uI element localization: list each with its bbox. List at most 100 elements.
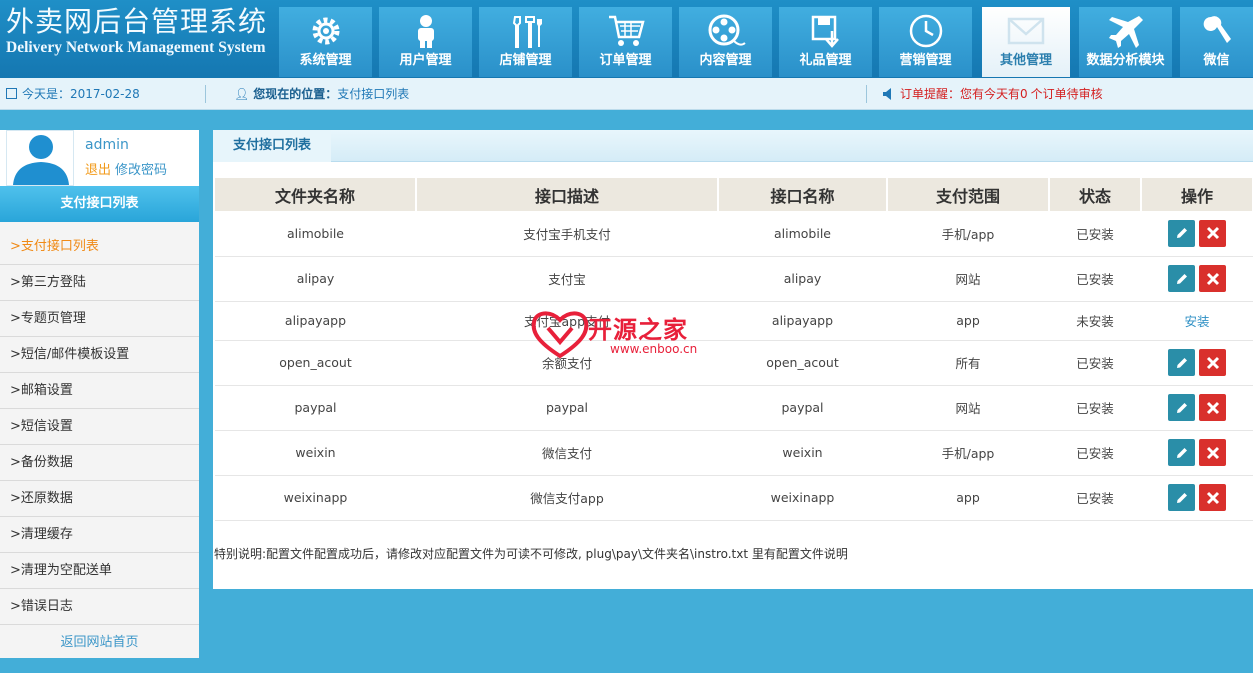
sidebar-item-restore-data[interactable]: >还原数据 — [0, 481, 199, 517]
user-links: 退出 修改密码 — [85, 159, 167, 178]
cell-description: 微信支付app — [416, 475, 718, 521]
nav-label: 营销管理 — [899, 53, 952, 68]
edit-button[interactable] — [1168, 484, 1195, 511]
sidebar-item-sms-email-templates[interactable]: >短信/邮件模板设置 — [0, 337, 199, 373]
delete-button[interactable] — [1199, 394, 1226, 421]
cell-name: open_acout — [718, 340, 887, 386]
pencil-icon — [1176, 492, 1187, 503]
cell-status: 已安装 — [1049, 256, 1141, 302]
col-header-folder: 文件夹名称 — [215, 178, 417, 211]
pencil-icon — [1176, 228, 1187, 239]
date-display: 今天是：2017-02-28 — [6, 78, 140, 110]
sidebar-item-third-party-login[interactable]: >第三方登陆 — [0, 265, 199, 301]
clock-icon — [909, 14, 942, 48]
delete-button[interactable] — [1199, 349, 1226, 376]
close-icon — [1206, 446, 1219, 459]
cell-name: alimobile — [718, 211, 887, 257]
cell-folder: weixinapp — [215, 475, 416, 521]
order-count[interactable]: 0 — [1020, 87, 1028, 101]
nav-analytics[interactable]: 数据分析模块 — [1079, 7, 1172, 77]
col-header-actions: 操作 — [1141, 178, 1253, 211]
nav-label: 数据分析模块 — [1086, 53, 1165, 68]
sidebar: admin 退出 修改密码 支付接口列表 >支付接口列表 >第三方登陆 >专题页管… — [0, 130, 199, 658]
username: admin — [85, 137, 129, 153]
edit-button[interactable] — [1168, 265, 1195, 292]
cell-description: 微信支付 — [416, 430, 718, 476]
sidebar-item-payment-list[interactable]: >支付接口列表 — [0, 229, 199, 265]
tools-icon — [512, 16, 542, 48]
table-header-row: 文件夹名称 接口描述 接口名称 支付范围 状态 操作 — [215, 178, 1253, 211]
edit-button[interactable] — [1168, 394, 1195, 421]
sidebar-item-sms-settings[interactable]: >短信设置 — [0, 409, 199, 445]
sidebar-item-error-log[interactable]: >错误日志 — [0, 589, 199, 625]
nav-shops[interactable]: 店铺管理 — [479, 7, 572, 77]
calendar-icon — [6, 88, 17, 99]
close-icon — [1206, 356, 1219, 369]
save-box-icon — [811, 15, 839, 48]
nav-other[interactable]: 其他管理 — [982, 7, 1070, 77]
change-password-link[interactable]: 修改密码 — [115, 163, 167, 178]
nav-system[interactable]: 系统管理 — [279, 7, 372, 77]
pencil-icon — [1176, 273, 1187, 284]
logout-link[interactable]: 退出 — [85, 163, 111, 178]
payment-table: 文件夹名称 接口描述 接口名称 支付范围 状态 操作 alimobile 支付宝… — [215, 178, 1253, 521]
order-alert: 订单提醒：您有今天有0 个订单待审核 — [883, 78, 1103, 110]
cell-name: weixinapp — [718, 475, 887, 521]
table-row: paypal paypal paypal 网站 已安装 — [215, 385, 1253, 431]
sidebar-title: 支付接口列表 — [0, 186, 199, 222]
sidebar-item-clear-cache[interactable]: >清理缓存 — [0, 517, 199, 553]
date-value: 2017-02-28 — [70, 87, 140, 101]
cell-description: 余额支付 — [416, 340, 718, 386]
nav-content[interactable]: 内容管理 — [679, 7, 772, 77]
cell-folder: alipayapp — [215, 301, 416, 341]
cell-scope: 所有 — [887, 340, 1049, 386]
edit-button[interactable] — [1168, 349, 1195, 376]
nav-wechat[interactable]: 微信 — [1180, 7, 1253, 77]
order-label: 订单提醒： — [900, 87, 961, 101]
edit-button[interactable] — [1168, 439, 1195, 466]
back-home-link[interactable]: 返回网站首页 — [0, 625, 199, 661]
cart-icon — [608, 15, 645, 46]
nav-marketing[interactable]: 营销管理 — [879, 7, 972, 77]
app-logo: 外卖网后台管理系统 Delivery Network Management Sy… — [6, 4, 274, 56]
envelope-icon — [1007, 17, 1045, 45]
divider — [205, 85, 206, 103]
sidebar-item-email-settings[interactable]: >邮箱设置 — [0, 373, 199, 409]
sidebar-item-clear-empty-deliveries[interactable]: >清理为空配送单 — [0, 553, 199, 589]
avatar — [6, 130, 74, 186]
cell-scope: 网站 — [887, 385, 1049, 431]
delete-button[interactable] — [1199, 219, 1226, 247]
delete-button[interactable] — [1199, 439, 1226, 466]
cell-status: 已安装 — [1049, 385, 1141, 431]
divider — [866, 85, 867, 103]
install-link[interactable]: 安装 — [1184, 314, 1209, 329]
location-value[interactable]: 支付接口列表 — [337, 87, 409, 101]
cell-folder: alimobile — [215, 211, 416, 257]
pencil-icon — [1176, 447, 1187, 458]
delete-button[interactable] — [1199, 265, 1226, 292]
nav-label: 微信 — [1203, 53, 1230, 68]
cell-actions — [1141, 340, 1253, 386]
cell-actions: 安装 — [1141, 301, 1253, 341]
breadcrumb: 👤︎ 您现在的位置：支付接口列表 — [234, 78, 409, 110]
cell-description: paypal — [416, 385, 718, 431]
close-icon — [1206, 272, 1219, 285]
sidebar-item-backup-data[interactable]: >备份数据 — [0, 445, 199, 481]
cell-name: alipay — [718, 256, 887, 302]
cell-name: alipayapp — [718, 301, 887, 341]
avatar-user-icon — [13, 135, 69, 185]
nav-users[interactable]: 用户管理 — [379, 7, 472, 77]
table-row: weixinapp 微信支付app weixinapp app 已安装 — [215, 475, 1253, 521]
edit-button[interactable] — [1168, 219, 1195, 247]
cell-scope: 网站 — [887, 256, 1049, 302]
nav-label: 礼品管理 — [799, 53, 852, 68]
sidebar-item-topic-pages[interactable]: >专题页管理 — [0, 301, 199, 337]
delete-button[interactable] — [1199, 484, 1226, 511]
nav-gifts[interactable]: 礼品管理 — [779, 7, 872, 77]
panel-header: 支付接口列表 — [213, 130, 1253, 162]
date-label: 今天是： — [22, 87, 71, 101]
nav-label: 用户管理 — [399, 53, 452, 68]
cell-scope: 手机/app — [887, 430, 1049, 476]
nav-orders[interactable]: 订单管理 — [579, 7, 672, 77]
info-bar: 今天是：2017-02-28 👤︎ 您现在的位置：支付接口列表 订单提醒：您有今天… — [0, 78, 1253, 110]
